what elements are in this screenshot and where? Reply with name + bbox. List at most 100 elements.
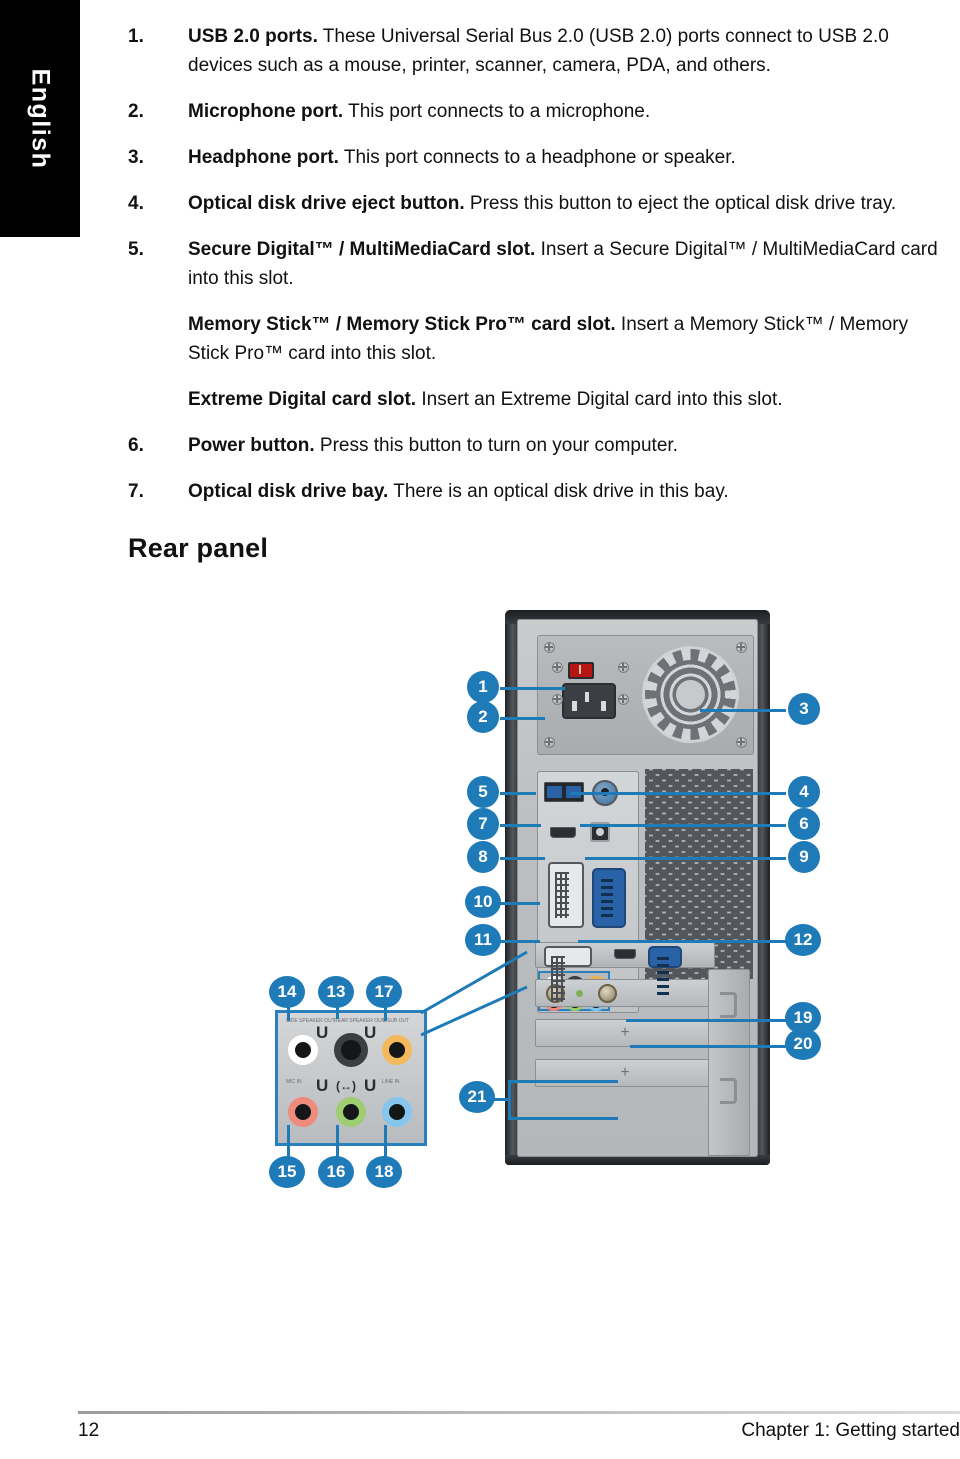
language-tab-label: English — [26, 68, 55, 169]
dvi-port-icon — [548, 862, 584, 928]
callout-6[interactable]: 6 — [789, 809, 819, 839]
vga-port-icon — [648, 946, 682, 995]
list-item-body: Insert an Extreme Digital card into this… — [416, 389, 783, 410]
list-item-number: 7. — [128, 481, 144, 502]
callout-9[interactable]: 9 — [789, 842, 819, 872]
callout-14[interactable]: 14 — [270, 977, 304, 1007]
list-item-number: 4. — [128, 193, 144, 214]
list-item-body: There is an optical disk drive in this b… — [388, 481, 729, 502]
callout-16[interactable]: 16 — [319, 1157, 353, 1187]
callout-15[interactable]: 15 — [270, 1157, 304, 1187]
coaxial-connector-icon — [598, 984, 617, 1003]
list-item: 3. Headphone port. This port connects to… — [128, 143, 948, 172]
list-item-text: Optical disk drive bay. There is an opti… — [188, 477, 948, 506]
callout-12[interactable]: 12 — [786, 925, 820, 955]
screw-icon — [552, 662, 563, 673]
expansion-slot-mark: + — [620, 1064, 630, 1081]
power-supply-unit — [537, 635, 754, 755]
leader-line — [630, 1045, 786, 1048]
screw-icon — [544, 737, 555, 748]
callout-13[interactable]: 13 — [319, 977, 353, 1007]
leader-line — [336, 1125, 339, 1157]
list-item-number: 1. — [128, 26, 144, 47]
psu-fan-grille-icon — [642, 646, 739, 743]
leader-line — [585, 857, 786, 860]
list-item-body: This port connects to a microphone. — [343, 101, 651, 122]
leader-line — [580, 824, 786, 827]
list-item-title: USB 2.0 ports. — [188, 26, 318, 47]
leader-line — [500, 687, 565, 690]
led-indicator-icon — [576, 990, 583, 997]
list-item-number: 6. — [128, 435, 144, 456]
leader-line — [384, 1125, 387, 1157]
leader-line — [500, 717, 545, 720]
list-item-title: Optical disk drive eject button. — [188, 193, 465, 214]
leader-line — [500, 824, 541, 827]
expansion-slot-mark: + — [620, 1024, 630, 1041]
footer-chapter-label: Chapter 1: Getting started — [741, 1420, 960, 1441]
page-number: 12 — [78, 1420, 100, 1441]
list-item-title: Power button. — [188, 435, 315, 456]
line-out-port-icon — [336, 1097, 366, 1127]
vga-port-icon — [592, 868, 626, 928]
leader-line — [570, 792, 786, 795]
audio-ports-magnified-panel: SIDE SPEAKER OUT REAR SPEAKER OUT C/SUB … — [275, 1010, 427, 1146]
callout-20[interactable]: 20 — [786, 1029, 820, 1059]
chassis-right-edge — [757, 610, 770, 1165]
screw-icon — [736, 737, 747, 748]
list-item-text: Headphone port. This port connects to a … — [188, 143, 948, 172]
callout-11[interactable]: 11 — [466, 925, 500, 955]
side-panel-bracket — [708, 969, 750, 1156]
side-speaker-out-port-icon — [288, 1035, 318, 1065]
list-item-title: Headphone port. — [188, 147, 339, 168]
list-item-text: USB 2.0 ports. These Universal Serial Bu… — [188, 22, 948, 80]
graphics-card-bracket — [535, 942, 715, 1002]
hdmi-port-icon — [614, 949, 636, 959]
rear-speaker-out-port-icon — [334, 1033, 368, 1067]
callout-3[interactable]: 3 — [789, 694, 819, 724]
microphone-port-icon — [288, 1097, 318, 1127]
leader-line — [494, 1098, 510, 1101]
list-item-title: Extreme Digital card slot. — [188, 389, 417, 410]
language-tab: English — [0, 0, 80, 237]
list-item-text: Microphone port. This port connects to a… — [188, 97, 948, 126]
screw-icon — [552, 694, 563, 705]
line-in-port-icon — [382, 1097, 412, 1127]
list-item: 7. Optical disk drive bay. There is an o… — [128, 477, 948, 506]
chassis-back-plate: + + — [517, 619, 758, 1157]
feature-list: 1. USB 2.0 ports. These Universal Serial… — [128, 22, 948, 523]
list-item-title: Secure Digital™ / MultiMediaCard slot. — [188, 239, 536, 260]
screw-icon — [544, 642, 555, 653]
callout-21[interactable]: 21 — [460, 1082, 494, 1112]
callout-10[interactable]: 10 — [466, 887, 500, 917]
list-item-body: This port connects to a headphone or spe… — [338, 147, 736, 168]
leader-line — [700, 709, 786, 712]
list-item-text: Secure Digital™ / MultiMediaCard slot. I… — [188, 235, 948, 414]
callout-18[interactable]: 18 — [367, 1157, 401, 1187]
list-item-title: Optical disk drive bay. — [188, 481, 389, 502]
list-item-body: Press this button to turn on your comput… — [314, 435, 678, 456]
list-item-number: 5. — [128, 239, 144, 260]
bracket-hook-icon — [720, 1078, 737, 1104]
section-heading: Rear panel — [128, 533, 269, 563]
leader-line — [500, 940, 540, 943]
list-item-text: Optical disk drive eject button. Press t… — [188, 189, 948, 218]
footer-rule — [78, 1411, 960, 1414]
list-item-number: 3. — [128, 147, 144, 168]
list-item-title: Memory Stick™ / Memory Stick Pro™ card s… — [188, 314, 616, 335]
list-item: 4. Optical disk drive eject button. Pres… — [128, 189, 948, 218]
callout-1[interactable]: 1 — [468, 672, 498, 702]
leader-line — [508, 1080, 618, 1083]
callout-5[interactable]: 5 — [468, 777, 498, 807]
callout-2[interactable]: 2 — [468, 702, 498, 732]
center-subwoofer-port-icon — [382, 1035, 412, 1065]
document-page: English 1. USB 2.0 ports. These Universa… — [0, 0, 960, 1459]
list-item: 2. Microphone port. This port connects t… — [128, 97, 948, 126]
callout-8[interactable]: 8 — [468, 842, 498, 872]
leader-line — [508, 1117, 618, 1120]
callout-4[interactable]: 4 — [789, 777, 819, 807]
expansion-slot-cover: + — [535, 1019, 715, 1047]
callout-17[interactable]: 17 — [367, 977, 401, 1007]
callout-7[interactable]: 7 — [468, 809, 498, 839]
list-item: 6. Power button. Press this button to tu… — [128, 431, 948, 460]
